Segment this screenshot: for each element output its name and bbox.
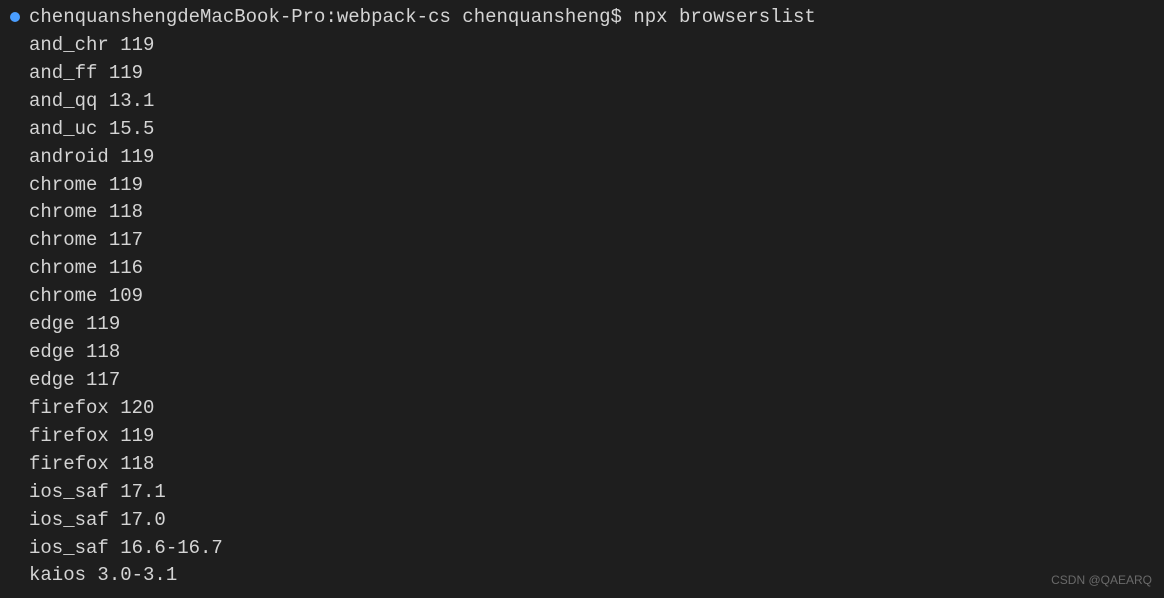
output-line: ios_saf 16.6-16.7 [10,535,1164,563]
output-line: edge 119 [10,311,1164,339]
watermark-text: CSDN @QAEARQ [1051,572,1152,590]
command-output: and_chr 119and_ff 119and_qq 13.1and_uc 1… [10,32,1164,590]
prompt-user: chenquansheng [462,6,610,28]
output-line: android 119 [10,144,1164,172]
prompt-symbol: $ [611,6,622,28]
output-line: chrome 118 [10,199,1164,227]
output-line: and_chr 119 [10,32,1164,60]
output-line: firefox 120 [10,395,1164,423]
prompt-host: chenquanshengdeMacBook-Pro [29,6,325,28]
output-line: chrome 117 [10,227,1164,255]
output-line: firefox 118 [10,451,1164,479]
output-line: and_qq 13.1 [10,88,1164,116]
output-line: kaios 3.0-3.1 [10,562,1164,590]
prompt-command: npx browserslist [633,6,815,28]
status-bullet-icon [10,12,20,22]
terminal-window[interactable]: chenquanshengdeMacBook-Pro:webpack-cs ch… [0,4,1164,590]
prompt-line: chenquanshengdeMacBook-Pro:webpack-cs ch… [10,4,1164,32]
output-line: and_ff 119 [10,60,1164,88]
output-line: ios_saf 17.0 [10,507,1164,535]
output-line: edge 118 [10,339,1164,367]
prompt-directory: webpack-cs [337,6,451,28]
output-line: chrome 119 [10,172,1164,200]
output-line: chrome 109 [10,283,1164,311]
output-line: firefox 119 [10,423,1164,451]
output-line: edge 117 [10,367,1164,395]
output-line: ios_saf 17.1 [10,479,1164,507]
output-line: chrome 116 [10,255,1164,283]
prompt-text: chenquanshengdeMacBook-Pro:webpack-cs ch… [29,4,816,32]
output-line: and_uc 15.5 [10,116,1164,144]
